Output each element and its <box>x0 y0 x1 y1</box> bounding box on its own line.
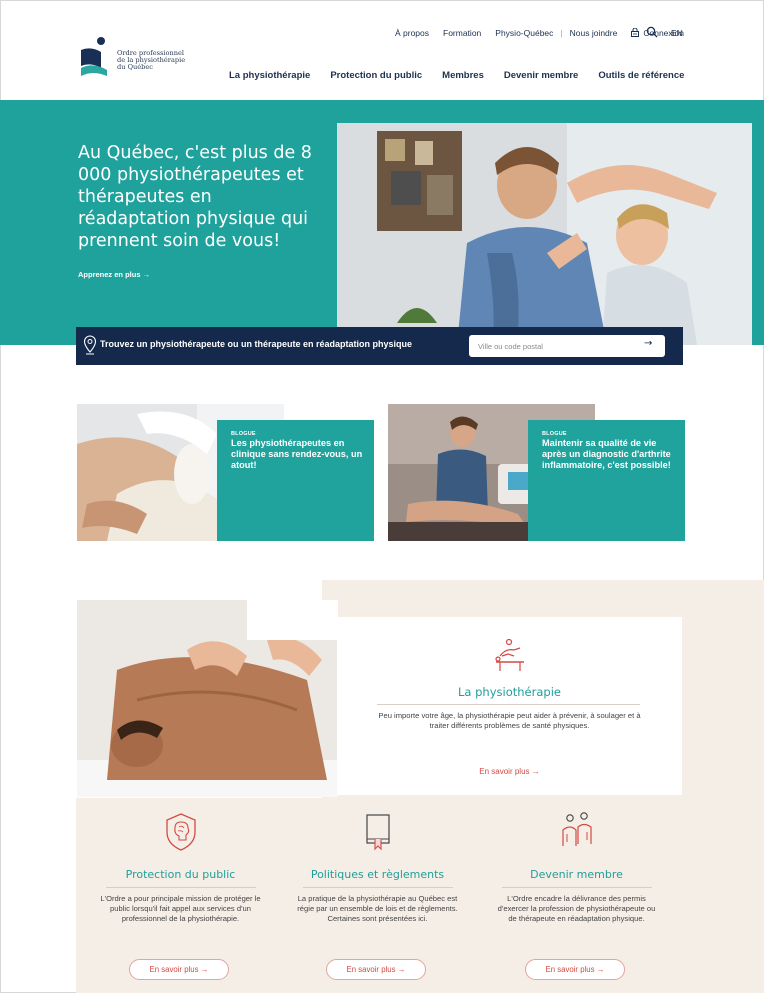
hero-title: Au Québec, c'est plus de 8 000 physiothé… <box>78 143 312 251</box>
main-nav-devenir-membre[interactable]: Devenir membre <box>504 70 578 81</box>
people-icon <box>561 812 592 846</box>
utility-separator: | <box>560 28 563 38</box>
membership-learn-more-button[interactable]: En savoir plus → <box>525 959 625 980</box>
column-description: L'Ordre a pour principale mission de pro… <box>100 894 261 923</box>
column-protection-public: Protection du public L'Ordre a pour prin… <box>93 812 268 980</box>
physiotherapy-title: La physiothérapie <box>458 685 561 699</box>
policies-learn-more-button[interactable]: En savoir plus → <box>326 959 426 980</box>
lock-icon <box>631 28 640 37</box>
blog-card-arthrite-panel: BLOGUE Maintenir sa qualité de vie après… <box>528 420 685 541</box>
blog-card-clinique-panel: BLOGUE Les physiothérapeutes en clinique… <box>217 420 374 541</box>
divider <box>377 704 640 705</box>
blog-card-title: Maintenir sa qualité de vie après un dia… <box>542 438 671 471</box>
protection-learn-more-button[interactable]: En savoir plus → <box>129 959 229 980</box>
column-title: Politiques et règlements <box>310 868 445 881</box>
utility-link-nous-joindre[interactable]: Nous joindre <box>570 28 618 38</box>
column-description: L'Ordre encadre la délivrance des permis… <box>497 894 656 923</box>
divider <box>501 887 652 888</box>
massage-photo <box>77 600 338 797</box>
ordre-logo[interactable]: Ordre professionnel de la physiothérapie… <box>77 36 207 80</box>
hero-learn-more-link[interactable]: Apprenez en plus → <box>78 270 150 279</box>
column-title: Protection du public <box>125 868 236 881</box>
book-icon <box>365 814 390 851</box>
physiotherapy-description: Peu importe votre âge, la physiothérapie… <box>378 711 641 730</box>
language-toggle[interactable]: EN <box>671 28 683 38</box>
logo-text: Ordre professionnel de la physiothérapie… <box>117 49 185 72</box>
location-pin-icon <box>83 335 97 355</box>
utility-nav: À propos Formation Physio-Québec | Nous … <box>381 28 684 38</box>
utility-link-physio-quebec[interactable]: Physio-Québec <box>495 28 553 38</box>
finder-label: Trouvez un physiothérapeute ou un thérap… <box>100 339 413 349</box>
main-nav-membres[interactable]: Membres <box>442 70 484 81</box>
blog-card-kicker: BLOGUE <box>231 431 256 437</box>
finder-submit-arrow[interactable]: → <box>644 338 652 349</box>
column-description: La pratique de la physiothérapie au Québ… <box>297 894 458 923</box>
therapist-finder-bar: Trouvez un physiothérapeute ou un thérap… <box>76 327 683 365</box>
shield-brain-icon <box>165 813 196 851</box>
main-nav-physiotherapie[interactable]: La physiothérapie <box>229 70 310 81</box>
physiotherapy-learn-more-link[interactable]: En savoir plus → <box>337 767 682 776</box>
blog-card-clinique[interactable]: BLOGUE Les physiothérapeutes en clinique… <box>77 404 374 541</box>
logo-line-3: du Québec <box>117 63 153 72</box>
column-politiques-reglements: Politiques et règlements La pratique de … <box>290 812 465 980</box>
physiotherapy-treatment-icon <box>495 638 524 671</box>
logo-mark-icon <box>81 37 107 76</box>
hero-photo <box>337 123 752 345</box>
blog-card-title: Les physiothérapeutes en clinique sans r… <box>231 438 363 471</box>
search-icon[interactable] <box>646 26 658 38</box>
divider <box>302 887 453 888</box>
utility-link-formation[interactable]: Formation <box>443 28 481 38</box>
utility-link-a-propos[interactable]: À propos <box>395 28 429 38</box>
main-nav: La physiothérapie Protection du public M… <box>229 70 684 81</box>
main-nav-outils-reference[interactable]: Outils de référence <box>598 70 684 81</box>
main-nav-protection-public[interactable]: Protection du public <box>330 70 422 81</box>
city-postal-input[interactable] <box>469 335 665 357</box>
blog-card-kicker: BLOGUE <box>542 431 567 437</box>
physiotherapy-feature-card: La physiothérapie Peu importe votre âge,… <box>337 617 682 795</box>
column-title: Devenir membre <box>530 868 623 881</box>
divider <box>105 887 256 888</box>
blog-card-arthrite[interactable]: BLOGUE Maintenir sa qualité de vie après… <box>388 404 685 541</box>
column-devenir-membre: Devenir membre L'Ordre encadre la délivr… <box>489 812 664 980</box>
